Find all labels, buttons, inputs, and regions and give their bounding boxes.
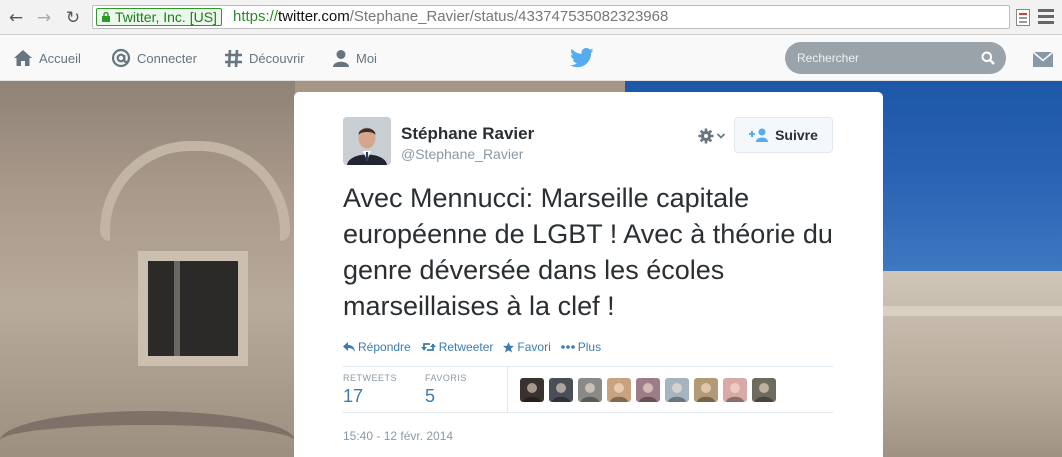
nav-connect-label: Connecter: [137, 50, 197, 66]
address-bar[interactable]: Twitter, Inc. [US] https://twitter.com/S…: [92, 5, 1010, 29]
retweet-button[interactable]: Retweeter: [420, 339, 494, 355]
nav-home[interactable]: Accueil: [13, 35, 81, 81]
favorites-stat[interactable]: FAVORIS 5: [425, 373, 467, 407]
favoriter-avatar[interactable]: [665, 378, 689, 402]
tweet-text: Avec Mennucci: Marseille capitale europé…: [343, 183, 833, 321]
nav-discover[interactable]: Découvrir: [224, 35, 305, 81]
reply-icon: [343, 342, 355, 352]
reply-button[interactable]: Répondre: [343, 339, 411, 355]
follow-button[interactable]: Suivre: [734, 117, 833, 153]
tweet-timestamp: 15:40 - 12 févr. 2014: [343, 429, 454, 443]
retweets-count: 17: [343, 386, 364, 406]
chevron-down-icon: [716, 133, 726, 139]
favoriter-avatar[interactable]: [723, 378, 747, 402]
follow-button-label: Suivre: [775, 127, 818, 143]
tweet-settings-button[interactable]: [698, 126, 728, 146]
background-building-right: [882, 271, 1062, 457]
retweet-label: Retweeter: [438, 340, 494, 354]
nav-me[interactable]: Moi: [332, 35, 377, 81]
retweets-stat[interactable]: RETWEETS 17: [343, 373, 397, 407]
favoriter-avatar[interactable]: [607, 378, 631, 402]
reload-icon[interactable]: ↻: [63, 8, 83, 28]
favorite-button[interactable]: Favori: [503, 339, 551, 355]
favorites-count: 5: [425, 386, 436, 406]
url-text[interactable]: https://twitter.com/Stephane_Ravier/stat…: [233, 8, 668, 26]
favoriter-avatar[interactable]: [578, 378, 602, 402]
person-icon: [333, 50, 349, 67]
nav-home-label: Accueil: [39, 50, 81, 66]
divider: [343, 366, 833, 367]
favoriter-avatar[interactable]: [752, 378, 776, 402]
forward-icon[interactable]: →: [34, 8, 54, 28]
search-input[interactable]: [785, 42, 975, 74]
twitter-bird-icon[interactable]: [570, 48, 594, 68]
avatar-image: [343, 117, 391, 165]
tweet-actions: Répondre Retweeter Favori Plus: [343, 339, 611, 355]
page-action-icon[interactable]: [1016, 9, 1030, 26]
author-avatar[interactable]: [343, 117, 391, 165]
nav-connect[interactable]: Connecter: [111, 35, 197, 81]
author-name[interactable]: Stéphane Ravier: [401, 124, 534, 144]
at-icon: [111, 48, 131, 68]
background-window: [138, 251, 248, 366]
mail-icon[interactable]: [1032, 51, 1054, 68]
menu-icon[interactable]: [1038, 9, 1054, 25]
browser-toolbar: ← → ↻ Twitter, Inc. [US] https://twitter…: [0, 0, 1062, 35]
tweet-card: Stéphane Ravier @Stephane_Ravier Suivre …: [294, 92, 883, 457]
background-cornice: [882, 306, 1062, 316]
divider: [343, 412, 833, 413]
lock-icon: [102, 12, 110, 22]
favorite-label: Favori: [517, 340, 551, 354]
author-handle[interactable]: @Stephane_Ravier: [401, 146, 523, 162]
favoriter-avatar[interactable]: [636, 378, 660, 402]
favorites-label: FAVORIS: [425, 373, 467, 383]
reply-label: Répondre: [358, 340, 411, 354]
search-box[interactable]: [785, 42, 1006, 74]
favoriter-avatar[interactable]: [549, 378, 573, 402]
hashtag-icon: [225, 49, 242, 67]
search-icon[interactable]: [981, 51, 995, 65]
add-user-icon: [749, 128, 769, 142]
url-host: twitter.com: [278, 8, 350, 25]
favoriter-avatar[interactable]: [694, 378, 718, 402]
divider: [507, 366, 508, 412]
retweets-label: RETWEETS: [343, 373, 398, 383]
retweet-icon: [420, 343, 436, 351]
home-icon: [14, 50, 32, 66]
nav-me-label: Moi: [356, 50, 377, 66]
more-button[interactable]: Plus: [560, 339, 602, 355]
ssl-badge[interactable]: Twitter, Inc. [US]: [96, 8, 222, 26]
star-icon: [503, 341, 515, 352]
url-path: /Stephane_Ravier/status/4337475350823239…: [349, 8, 669, 25]
favoriter-avatar[interactable]: [520, 378, 544, 402]
more-label: Plus: [577, 340, 602, 354]
twitter-topbar: Accueil Connecter Découvrir Moi: [0, 35, 1062, 81]
back-icon[interactable]: ←: [6, 8, 26, 28]
favoriter-avatars: [520, 378, 781, 402]
gear-icon: [698, 128, 714, 144]
url-protocol: https://: [233, 8, 279, 25]
ssl-label: Twitter, Inc. [US]: [115, 9, 217, 25]
nav-discover-label: Découvrir: [249, 50, 305, 66]
more-icon: [560, 345, 575, 349]
